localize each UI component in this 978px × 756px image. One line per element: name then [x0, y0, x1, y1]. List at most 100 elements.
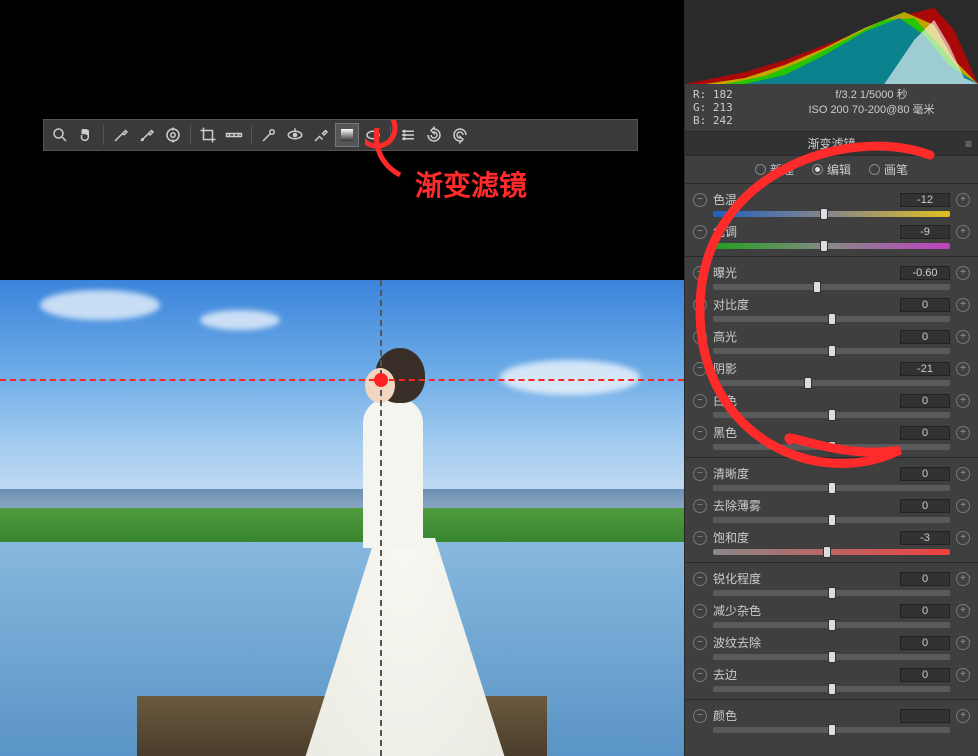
slider-plus-button[interactable]: + [956, 225, 970, 239]
slider-track[interactable] [713, 243, 950, 249]
slider-plus-button[interactable]: + [956, 426, 970, 440]
slider-thumb[interactable] [828, 619, 836, 631]
slider-value-input[interactable]: 0 [900, 298, 950, 312]
slider-thumb[interactable] [828, 409, 836, 421]
slider-track[interactable] [713, 211, 950, 217]
slider-plus-button[interactable]: + [956, 531, 970, 545]
slider-thumb[interactable] [828, 683, 836, 695]
hand-tool[interactable] [74, 123, 98, 147]
slider-plus-button[interactable]: + [956, 572, 970, 586]
radial-filter-tool[interactable] [361, 123, 385, 147]
slider-value-input[interactable]: 0 [900, 572, 950, 586]
preferences-tool[interactable] [396, 123, 420, 147]
zoom-tool[interactable] [48, 123, 72, 147]
slider-reset-button[interactable]: − [693, 362, 707, 376]
slider-value-input[interactable]: -12 [900, 193, 950, 207]
slider-plus-button[interactable]: + [956, 330, 970, 344]
panel-menu-icon[interactable]: ≡ [965, 137, 972, 151]
slider-thumb[interactable] [828, 587, 836, 599]
slider-reset-button[interactable]: − [693, 572, 707, 586]
slider-reset-button[interactable]: − [693, 426, 707, 440]
slider-value-input[interactable]: -9 [900, 225, 950, 239]
slider-reset-button[interactable]: − [693, 636, 707, 650]
slider-value-input[interactable]: -21 [900, 362, 950, 376]
slider-value-input[interactable]: 0 [900, 499, 950, 513]
rotate-ccw-tool[interactable] [422, 123, 446, 147]
slider-reset-button[interactable]: − [693, 266, 707, 280]
slider-thumb[interactable] [828, 514, 836, 526]
slider-value-input[interactable]: 0 [900, 467, 950, 481]
slider-reset-button[interactable]: − [693, 193, 707, 207]
straighten-tool[interactable] [222, 123, 246, 147]
slider-thumb[interactable] [828, 441, 836, 453]
graduated-filter-tool[interactable] [335, 123, 359, 147]
color-sampler-tool[interactable] [135, 123, 159, 147]
slider-track[interactable] [713, 686, 950, 692]
slider-track[interactable] [713, 444, 950, 450]
mode-edit-radio[interactable]: 编辑 [812, 161, 851, 178]
slider-plus-button[interactable]: + [956, 266, 970, 280]
mode-new-radio[interactable]: 新建 [755, 161, 794, 178]
slider-plus-button[interactable]: + [956, 394, 970, 408]
slider-thumb[interactable] [813, 281, 821, 293]
slider-thumb[interactable] [828, 651, 836, 663]
slider-reset-button[interactable]: − [693, 394, 707, 408]
slider-value-input[interactable]: 0 [900, 636, 950, 650]
slider-plus-button[interactable]: + [956, 193, 970, 207]
rotate-cw-tool[interactable] [448, 123, 472, 147]
redeye-tool[interactable] [283, 123, 307, 147]
slider-track[interactable] [713, 316, 950, 322]
slider-value-input[interactable] [900, 709, 950, 723]
image-preview[interactable] [0, 280, 684, 756]
slider-track[interactable] [713, 727, 950, 733]
slider-plus-button[interactable]: + [956, 709, 970, 723]
slider-thumb[interactable] [804, 377, 812, 389]
histogram[interactable] [685, 0, 978, 84]
slider-reset-button[interactable]: − [693, 330, 707, 344]
slider-plus-button[interactable]: + [956, 668, 970, 682]
crop-tool[interactable] [196, 123, 220, 147]
slider-plus-button[interactable]: + [956, 298, 970, 312]
slider-track[interactable] [713, 549, 950, 555]
slider-plus-button[interactable]: + [956, 604, 970, 618]
slider-track[interactable] [713, 654, 950, 660]
slider-plus-button[interactable]: + [956, 362, 970, 376]
slider-value-input[interactable]: 0 [900, 426, 950, 440]
slider-plus-button[interactable]: + [956, 467, 970, 481]
slider-thumb[interactable] [828, 345, 836, 357]
slider-thumb[interactable] [828, 482, 836, 494]
slider-thumb[interactable] [828, 724, 836, 736]
slider-thumb[interactable] [820, 240, 828, 252]
slider-track[interactable] [713, 590, 950, 596]
slider-reset-button[interactable]: − [693, 604, 707, 618]
slider-value-input[interactable]: 0 [900, 394, 950, 408]
slider-track[interactable] [713, 517, 950, 523]
slider-track[interactable] [713, 348, 950, 354]
mode-brush-radio[interactable]: 画笔 [869, 161, 908, 178]
slider-reset-button[interactable]: − [693, 499, 707, 513]
slider-plus-button[interactable]: + [956, 499, 970, 513]
slider-reset-button[interactable]: − [693, 709, 707, 723]
slider-value-input[interactable]: 0 [900, 604, 950, 618]
slider-reset-button[interactable]: − [693, 531, 707, 545]
slider-plus-button[interactable]: + [956, 636, 970, 650]
targeted-adjust-tool[interactable] [161, 123, 185, 147]
slider-reset-button[interactable]: − [693, 668, 707, 682]
slider-track[interactable] [713, 284, 950, 290]
slider-value-input[interactable]: -0.60 [900, 266, 950, 280]
slider-reset-button[interactable]: − [693, 298, 707, 312]
slider-track[interactable] [713, 380, 950, 386]
slider-value-input[interactable]: 0 [900, 330, 950, 344]
slider-reset-button[interactable]: − [693, 225, 707, 239]
adjustment-brush-tool[interactable] [309, 123, 333, 147]
slider-value-input[interactable]: -3 [900, 531, 950, 545]
spot-removal-tool[interactable] [257, 123, 281, 147]
slider-reset-button[interactable]: − [693, 467, 707, 481]
slider-thumb[interactable] [823, 546, 831, 558]
white-balance-tool[interactable] [109, 123, 133, 147]
slider-thumb[interactable] [828, 313, 836, 325]
slider-track[interactable] [713, 412, 950, 418]
slider-track[interactable] [713, 622, 950, 628]
slider-value-input[interactable]: 0 [900, 668, 950, 682]
slider-thumb[interactable] [820, 208, 828, 220]
